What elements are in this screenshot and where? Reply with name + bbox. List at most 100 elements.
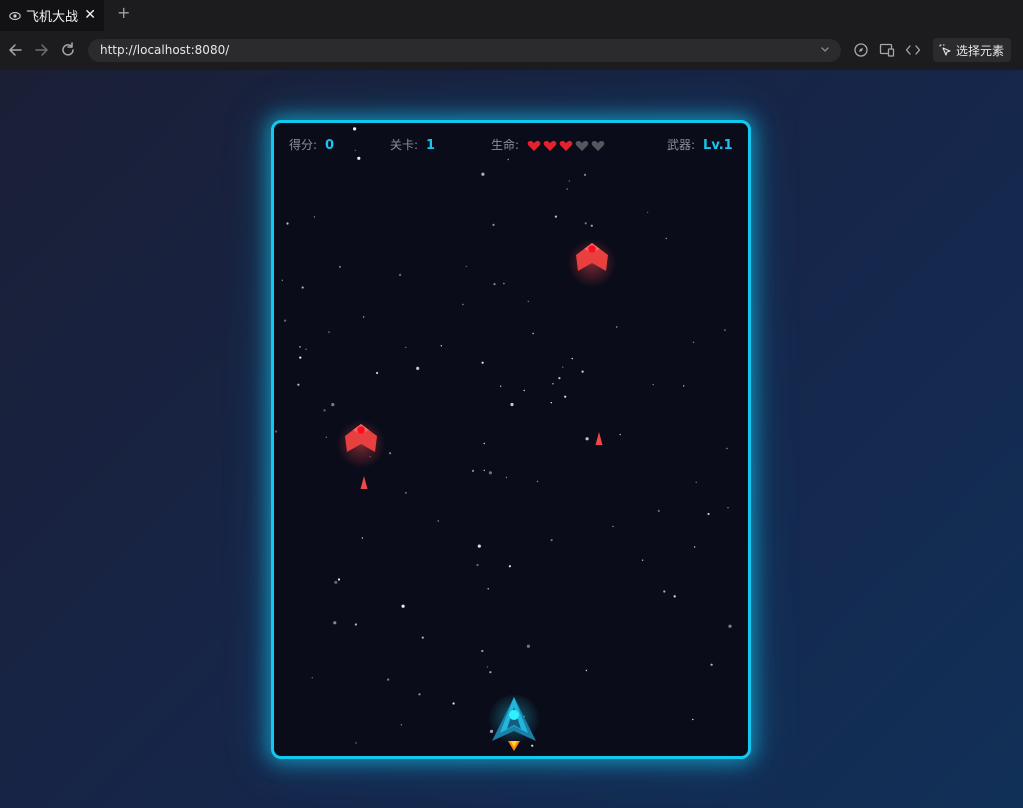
star [325,436,327,438]
star [532,332,534,335]
star [568,180,570,182]
chevron-down-icon[interactable] [819,42,831,58]
star [486,666,489,668]
star [583,173,587,176]
new-tab-button[interactable]: + [117,3,130,23]
star [323,409,326,412]
star [337,578,341,581]
star [536,480,539,483]
star [612,525,614,528]
arrow-right-icon[interactable] [31,40,51,60]
reload-icon[interactable] [58,40,78,60]
star [728,624,732,628]
star [646,211,649,214]
star [507,158,509,161]
star [727,507,729,509]
star [331,403,335,407]
star [281,279,283,281]
star [400,724,403,726]
star [301,286,304,289]
score-value: 0 [325,138,335,153]
star [334,580,338,584]
star [554,215,557,218]
star [726,447,728,450]
star [665,237,667,240]
star [616,326,618,328]
star [585,437,589,441]
enemy-bullet [360,476,368,489]
star [437,520,439,522]
star [641,559,644,561]
star [418,693,421,696]
star [508,565,511,568]
star [500,385,502,387]
star [505,476,508,479]
star [581,370,584,373]
star [465,265,467,268]
enemy-bullet [595,432,603,445]
star [297,383,300,386]
level-display: 关卡: 1 [390,137,435,154]
star [313,216,316,218]
star [389,452,392,455]
star [354,623,357,626]
star [405,492,407,494]
compass-icon[interactable] [852,41,870,59]
heart-icon [543,140,557,151]
score-label: 得分: [289,138,318,152]
star [487,588,489,590]
arrow-left-icon[interactable] [6,40,26,60]
player-plane [488,695,540,751]
star [571,357,573,360]
star [550,539,553,542]
star [299,346,301,348]
star [673,595,676,598]
star [558,377,561,380]
star [590,224,593,227]
star [362,316,365,318]
star [523,389,525,392]
select-element-button[interactable]: 选择元素 [933,38,1011,62]
star [483,469,485,472]
star [305,348,307,350]
star [724,329,726,331]
address-bar[interactable]: http://localhost:8080/ [88,39,841,62]
browser-tab-bar: 飞机大战 ✕ + [0,0,1023,31]
star [286,222,289,225]
star [564,395,567,398]
star [527,300,529,303]
game-canvas[interactable]: 得分: 0 关卡: 1 生命: 武器: Lv.1 [271,120,751,759]
hud: 得分: 0 关卡: 1 生命: 武器: Lv.1 [274,123,748,159]
star [452,702,455,705]
star [552,383,554,385]
star [416,366,420,370]
star [440,345,442,347]
star [562,366,564,368]
tab-title: 飞机大战 [26,10,79,25]
eye-icon [9,11,21,20]
star [493,283,496,286]
device-icon[interactable] [878,41,896,59]
heart-icon [575,140,589,151]
star [692,341,695,343]
star [477,544,481,548]
url-text: http://localhost:8080/ [100,43,230,57]
star [421,636,424,639]
star [405,346,407,349]
star [692,718,694,721]
tab-close-button[interactable]: ✕ [84,5,96,25]
star [471,469,475,472]
score-display: 得分: 0 [289,137,334,154]
star [657,509,660,512]
heart-icon [559,140,573,151]
star [481,649,484,653]
star [328,331,330,333]
weapon-label: 武器: [667,138,696,152]
star [284,319,287,322]
browser-toolbar: http://localhost:8080/ 选择元素 [0,31,1023,70]
star [503,282,505,285]
browser-tab[interactable]: 飞机大战 ✕ [0,0,104,31]
lives-display: 生命: [491,137,607,153]
star [401,604,405,608]
code-icon[interactable] [904,41,922,59]
